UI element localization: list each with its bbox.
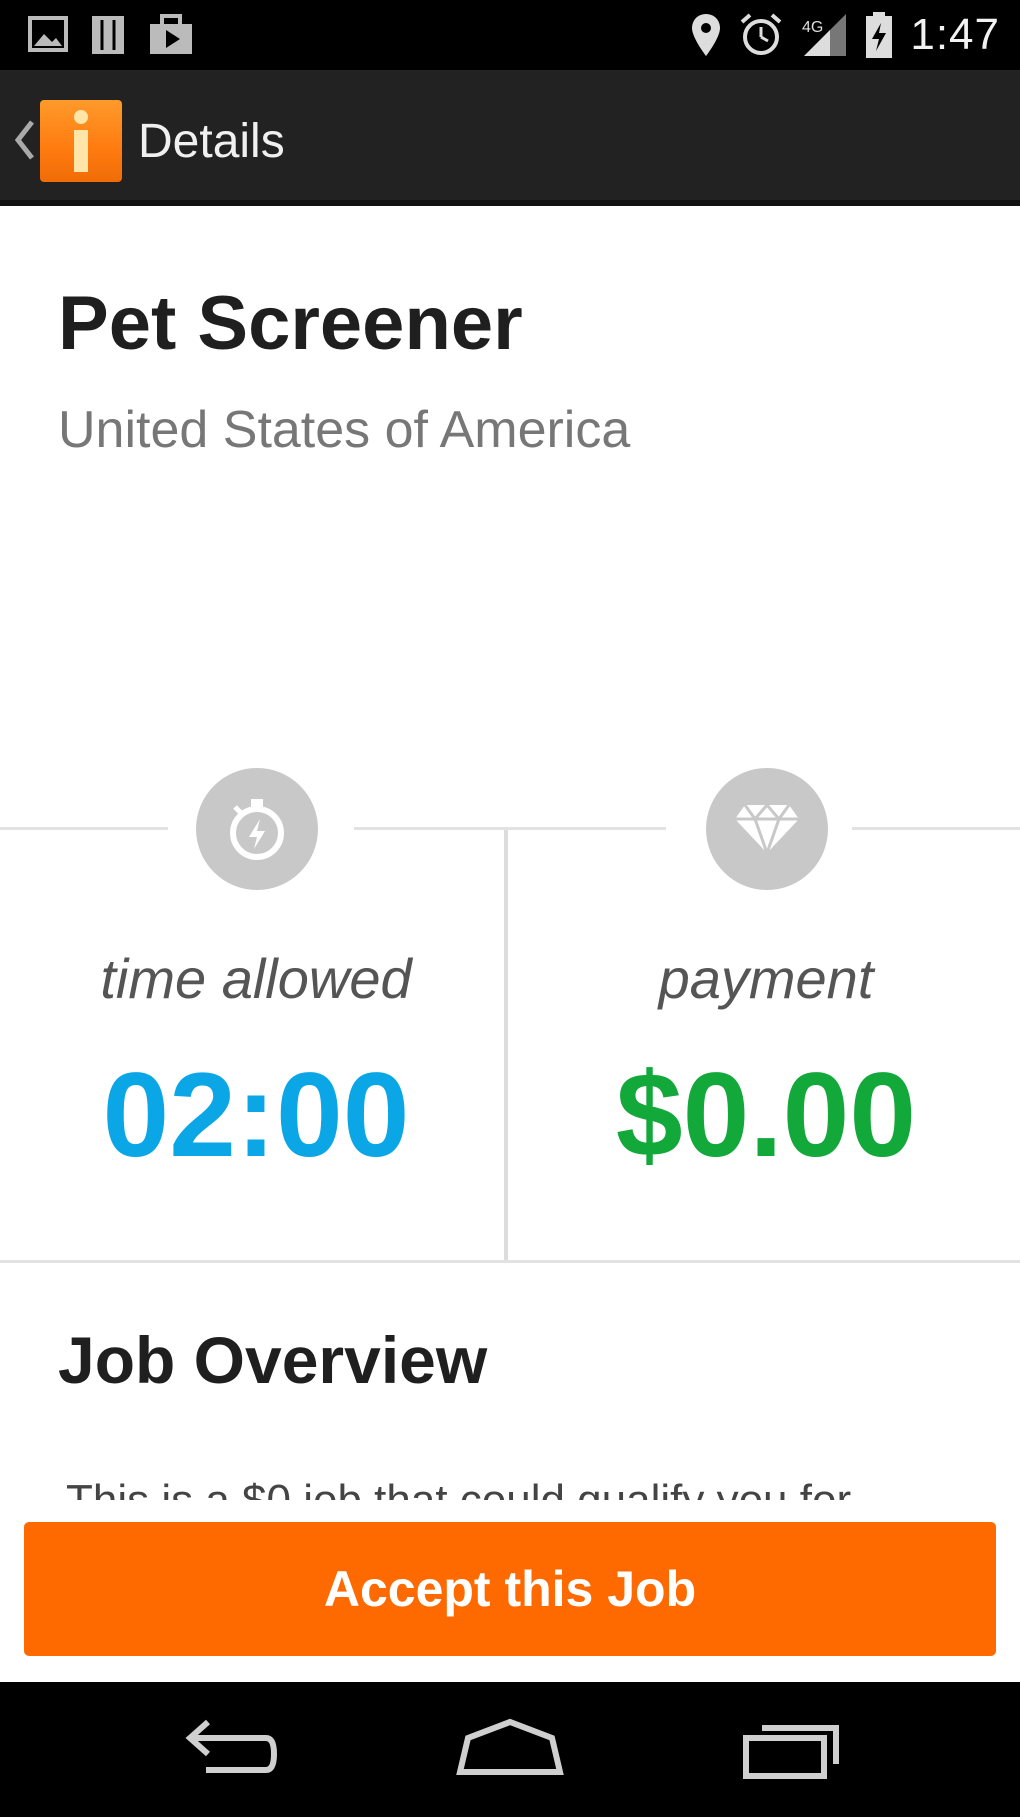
- battery-charging-icon: [866, 12, 893, 58]
- job-location: United States of America: [58, 401, 631, 459]
- stats-divider-bottom: [0, 1260, 1020, 1263]
- time-allowed-value: 02:00: [102, 1048, 410, 1182]
- status-indicators: 4G 1:47: [690, 10, 1000, 60]
- payment-value: $0.00: [615, 1048, 917, 1182]
- stats-divider-vertical: [504, 830, 508, 1260]
- overview-text: This is a $0 job that could qualify you …: [66, 1476, 851, 1500]
- logo-stem: [74, 130, 88, 172]
- navigation-bar: [0, 1682, 1020, 1817]
- logo-dot: [74, 110, 88, 124]
- alarm-icon: [741, 13, 782, 55]
- status-time: 1:47: [910, 10, 1000, 59]
- location-icon: [692, 14, 721, 56]
- recents-nav-icon[interactable]: [740, 1714, 846, 1784]
- overview-title: Job Overview: [58, 1323, 488, 1397]
- payment-label: payment: [658, 947, 874, 1010]
- action-bar: Details: [0, 70, 1020, 206]
- back-nav-icon[interactable]: [176, 1714, 280, 1784]
- status-notifications: [28, 14, 194, 56]
- home-nav-icon[interactable]: [454, 1714, 566, 1784]
- stopwatch-icon: [196, 768, 318, 890]
- time-allowed-label: time allowed: [100, 947, 412, 1010]
- stats-divider-right: [852, 827, 1020, 830]
- status-bar: 4G 1:47: [0, 0, 1020, 70]
- signal-icon: 4G: [802, 14, 847, 56]
- stats-divider-middle: [354, 827, 666, 830]
- page-title: Details: [138, 115, 285, 168]
- sim-icon: [92, 16, 124, 54]
- diamond-icon: [706, 768, 828, 890]
- job-title: Pet Screener: [58, 281, 523, 366]
- play-store-icon: [150, 14, 192, 54]
- image-icon: [28, 16, 68, 52]
- accept-job-button[interactable]: Accept this Job: [24, 1522, 996, 1656]
- stats-divider-left: [0, 827, 168, 830]
- svg-text:4G: 4G: [802, 19, 823, 36]
- app-logo-icon[interactable]: [40, 100, 122, 182]
- chevron-left-icon[interactable]: [10, 118, 38, 162]
